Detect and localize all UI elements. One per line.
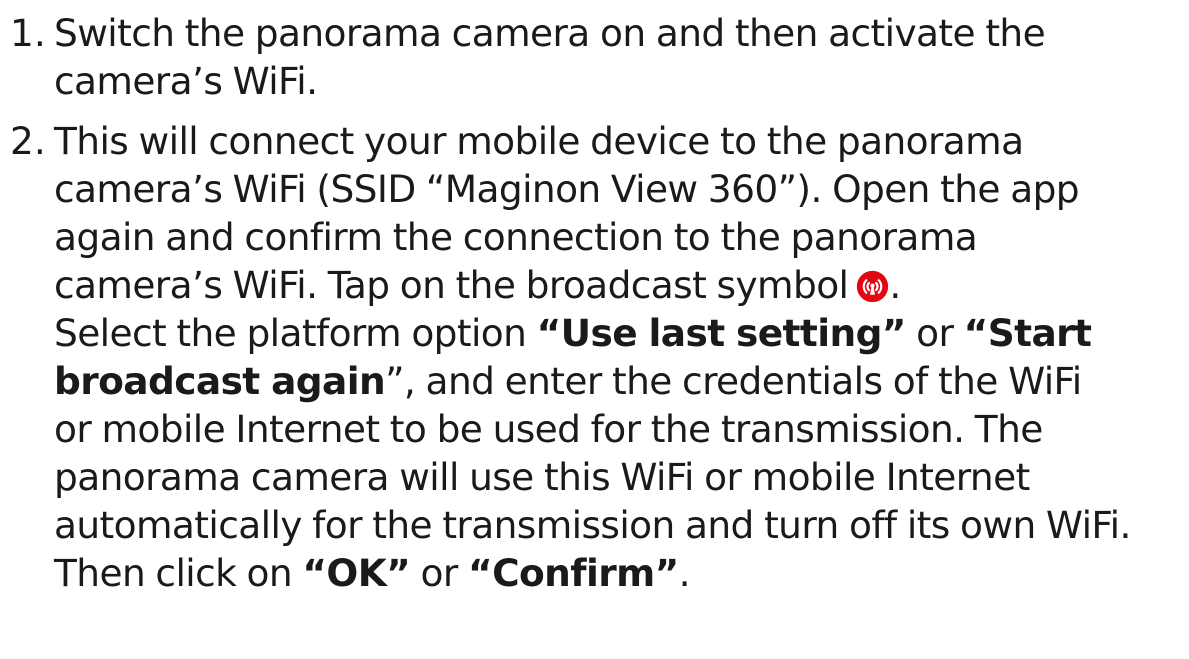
- step-2-line-1: This will connect your mobile device to …: [54, 119, 1024, 163]
- steps-list: 1. Switch the panorama camera on and the…: [10, 0, 1185, 597]
- then-click-text: Then click on: [54, 551, 303, 595]
- step-2-line-2: camera’s WiFi (SSID “Maginon View 360”).…: [54, 167, 1080, 211]
- step-2-number: 2.: [10, 119, 46, 163]
- step-1-number: 1.: [10, 11, 46, 55]
- option-start-broadcast-quote: ”: [385, 359, 404, 403]
- instructions-document: 1. Switch the panorama camera on and the…: [10, 0, 1185, 597]
- option-start-broadcast-part1: “Start: [963, 311, 1092, 355]
- broadcast-instruction-text: camera’s WiFi. Tap on the broadcast symb…: [54, 263, 849, 307]
- step-2-line-9: automatically for the transmission and t…: [54, 503, 1131, 547]
- broadcast-instruction-period: .: [889, 263, 901, 307]
- step-2-line-4: camera’s WiFi. Tap on the broadcast symb…: [54, 261, 1185, 309]
- broadcast-icon: [856, 270, 889, 303]
- option-use-last-setting: “Use last setting”: [536, 311, 907, 355]
- step-2-body: This will connect your mobile device to …: [54, 117, 1185, 597]
- or-text: or: [905, 311, 964, 355]
- step-2-line-5: Select the platform option “Use last set…: [54, 309, 1185, 357]
- step-1-line-2: camera’s WiFi.: [54, 59, 318, 103]
- step-1-body: Switch the panorama camera on and then a…: [54, 0, 1185, 105]
- step-2-line-3: again and confirm the connection to the …: [54, 215, 978, 259]
- or-text-2: or: [410, 551, 469, 595]
- option-start-broadcast-part2: broadcast again: [54, 359, 386, 403]
- step-2-line-10: Then click on “OK” or “Confirm”.: [54, 549, 1185, 597]
- step-1: 1. Switch the panorama camera on and the…: [10, 0, 1185, 105]
- step-1-line-1: Switch the panorama camera on and then a…: [54, 11, 1046, 55]
- step-2-line-7: or mobile Internet to be used for the tr…: [54, 407, 1043, 451]
- final-period: .: [678, 551, 691, 595]
- step-2-line-8: panorama camera will use this WiFi or mo…: [54, 455, 1030, 499]
- select-platform-text: Select the platform option: [54, 311, 537, 355]
- option-confirm: “Confirm”: [468, 551, 679, 595]
- credentials-text: , and enter the credentials of the WiFi: [403, 359, 1082, 403]
- option-ok: “OK”: [302, 551, 411, 595]
- step-2-line-6: broadcast again”, and enter the credenti…: [54, 357, 1185, 405]
- step-2: 2. This will connect your mobile device …: [10, 117, 1185, 597]
